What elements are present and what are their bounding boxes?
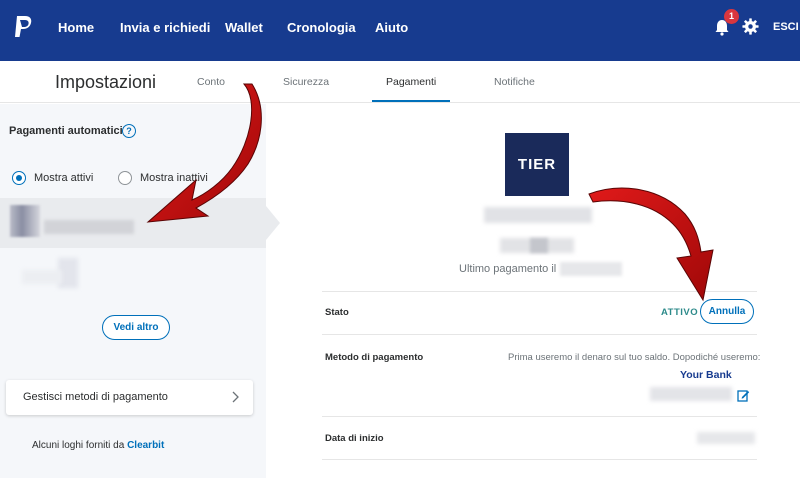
filter-inactive-radio[interactable] (118, 171, 132, 185)
automatic-payments-title: Pagamenti automatici (9, 125, 123, 137)
nav-home[interactable]: Home (58, 20, 94, 35)
settings-subnav: Impostazioni Conto Sicurezza Pagamenti N… (0, 61, 800, 103)
merchant-name-blurred-2 (22, 270, 62, 284)
nav-wallet[interactable]: Wallet (225, 20, 263, 35)
credits-text: Alcuni loghi forniti da (32, 440, 125, 451)
divider (322, 416, 757, 417)
help-icon[interactable]: ? (122, 124, 136, 138)
paypal-logo-icon[interactable] (13, 15, 33, 39)
merchant-logo-blurred (10, 205, 40, 237)
logout-link[interactable]: ESCI (773, 21, 799, 33)
notification-count-badge: 1 (724, 9, 739, 24)
selected-row-pointer (266, 206, 280, 240)
payment-method-label: Metodo di pagamento (325, 352, 424, 363)
edit-icon[interactable] (737, 389, 750, 402)
filter-active-label[interactable]: Mostra attivi (34, 172, 93, 184)
payment-method-description: Prima useremo il denaro sul tuo saldo. D… (508, 352, 761, 363)
chevron-right-icon (232, 391, 239, 403)
last-payment-date-blurred (560, 262, 622, 276)
status-label: Stato (325, 307, 349, 318)
last-payment-label: Ultimo pagamento il (459, 263, 557, 275)
merchant-name-blurred (44, 220, 134, 234)
merchant-logo: TIER (505, 133, 569, 196)
merchant-id-blurred-dark (530, 238, 548, 253)
start-date-blurred (697, 432, 755, 444)
tab-account[interactable]: Conto (197, 76, 225, 88)
annotation-arrow-right (588, 187, 714, 302)
logo-credits: Alcuni loghi forniti da Clearbit (32, 440, 164, 451)
nav-history[interactable]: Cronologia (287, 20, 356, 35)
status-badge: ATTIVO (661, 307, 699, 318)
cancel-button[interactable]: Annulla (700, 299, 754, 324)
see-more-button[interactable]: Vedi altro (102, 315, 170, 340)
manage-payment-methods-label: Gestisci metodi di pagamento (23, 391, 168, 403)
clearbit-link[interactable]: Clearbit (127, 440, 164, 451)
tab-notifications[interactable]: Notifiche (494, 76, 535, 88)
page-title: Impostazioni (55, 72, 157, 92)
nav-send-request[interactable]: Invia e richiedi (120, 20, 210, 35)
filter-inactive-label[interactable]: Mostra inattivi (140, 172, 208, 184)
divider (322, 459, 757, 460)
nav-help[interactable]: Aiuto (375, 20, 408, 35)
tab-security[interactable]: Sicurezza (283, 76, 329, 88)
top-navigation-bar: Home Invia e richiedi Wallet Cronologia … (0, 0, 800, 61)
gear-icon[interactable] (742, 18, 759, 35)
filter-active-radio[interactable] (12, 171, 26, 185)
bank-name: Your Bank (680, 369, 732, 381)
divider (322, 291, 757, 292)
start-date-label: Data di inizio (325, 433, 384, 444)
tab-payments[interactable]: Pagamenti (386, 76, 436, 88)
active-tab-indicator (372, 100, 450, 102)
divider (322, 334, 757, 335)
automatic-payments-panel: Pagamenti automatici ? Mostra attivi Mos… (0, 104, 280, 478)
manage-payment-methods-button[interactable]: Gestisci metodi di pagamento (6, 380, 253, 415)
merchant-name-blurred (484, 207, 592, 223)
bank-account-blurred (650, 387, 732, 401)
